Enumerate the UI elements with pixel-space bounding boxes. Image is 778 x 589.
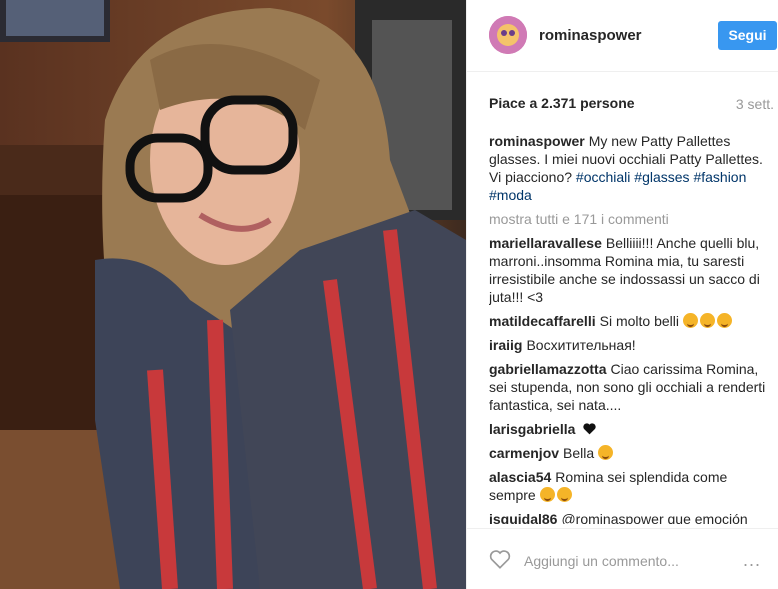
comment-username[interactable]: matildecaffarelli bbox=[489, 313, 596, 329]
comment-username[interactable]: gabriellamazzotta bbox=[489, 361, 606, 377]
comment-item: carmenjov Bella bbox=[489, 444, 771, 462]
smiley-emoji-icon bbox=[699, 313, 715, 328]
hashtag-fashion[interactable]: #fashion bbox=[693, 169, 746, 185]
avatar[interactable] bbox=[489, 16, 527, 54]
post-header: rominaspower Segui bbox=[467, 0, 778, 72]
smiley-emoji-icon bbox=[539, 487, 555, 502]
portrait-image bbox=[0, 0, 466, 589]
comment-text: @rominaspower que emoción bbox=[561, 511, 748, 524]
comment-username[interactable]: iraiig bbox=[489, 337, 522, 353]
comment-username[interactable]: mariellaravallese bbox=[489, 235, 602, 251]
post-photo[interactable] bbox=[0, 0, 466, 589]
comment-username[interactable]: alascia54 bbox=[489, 469, 551, 485]
comment-username[interactable]: larisgabriella bbox=[489, 421, 575, 437]
comment-username[interactable]: isquidal86 bbox=[489, 511, 557, 524]
comment-username[interactable]: carmenjov bbox=[489, 445, 559, 461]
avatar-image bbox=[489, 16, 527, 54]
comment-text: Bella bbox=[563, 445, 595, 461]
heart-icon bbox=[583, 423, 596, 435]
comment-item: mariellaravallese Belliiii!!! Anche quell… bbox=[489, 234, 771, 306]
instagram-post-view: rominaspower Segui Piace a 2.371 persone… bbox=[0, 0, 778, 589]
comment-item: alascia54 Romina sei splendida come sempr… bbox=[489, 468, 771, 504]
comment-item: isquidal86 @rominaspower que emoción bbox=[489, 510, 771, 524]
post-time[interactable]: 3 sett. bbox=[736, 96, 774, 112]
smiley-emoji-icon bbox=[716, 313, 732, 328]
hashtag-occhiali[interactable]: #occhiali bbox=[576, 169, 630, 185]
comment-text: Si molto belli bbox=[599, 313, 679, 329]
comment-composer: Aggiungi un commento... ... bbox=[467, 528, 778, 589]
comment-item: gabriellamazzotta Ciao carissima Romina, … bbox=[489, 360, 771, 414]
heart-outline-icon[interactable] bbox=[489, 549, 511, 570]
smiley-emoji-icon bbox=[682, 313, 698, 328]
comment-item: iraiig Восхитительная! bbox=[489, 336, 771, 354]
post-sidebar: rominaspower Segui Piace a 2.371 persone… bbox=[466, 0, 778, 589]
likes-count[interactable]: Piace a 2.371 persone bbox=[489, 95, 635, 111]
hashtag-moda[interactable]: #moda bbox=[489, 187, 532, 203]
more-options-icon[interactable]: ... bbox=[743, 550, 761, 571]
caption-username[interactable]: rominaspower bbox=[489, 133, 585, 149]
smiley-emoji-icon bbox=[598, 445, 614, 460]
smiley-emoji-icon bbox=[556, 487, 572, 502]
add-comment-input[interactable]: Aggiungi un commento... bbox=[524, 553, 679, 569]
comment-item: larisgabriella bbox=[489, 420, 771, 438]
hashtag-glasses[interactable]: #glasses bbox=[634, 169, 689, 185]
follow-button[interactable]: Segui bbox=[718, 21, 777, 50]
caption: rominaspower My new Patty Pallettes glass… bbox=[489, 132, 771, 204]
comments-list: rominaspower My new Patty Pallettes glass… bbox=[489, 132, 771, 524]
comment-text: Восхитительная! bbox=[526, 337, 636, 353]
comment-item: matildecaffarelli Si molto belli bbox=[489, 312, 771, 330]
header-username[interactable]: rominaspower bbox=[539, 27, 642, 44]
show-all-comments-link[interactable]: mostra tutti e 171 i commenti bbox=[489, 210, 771, 228]
